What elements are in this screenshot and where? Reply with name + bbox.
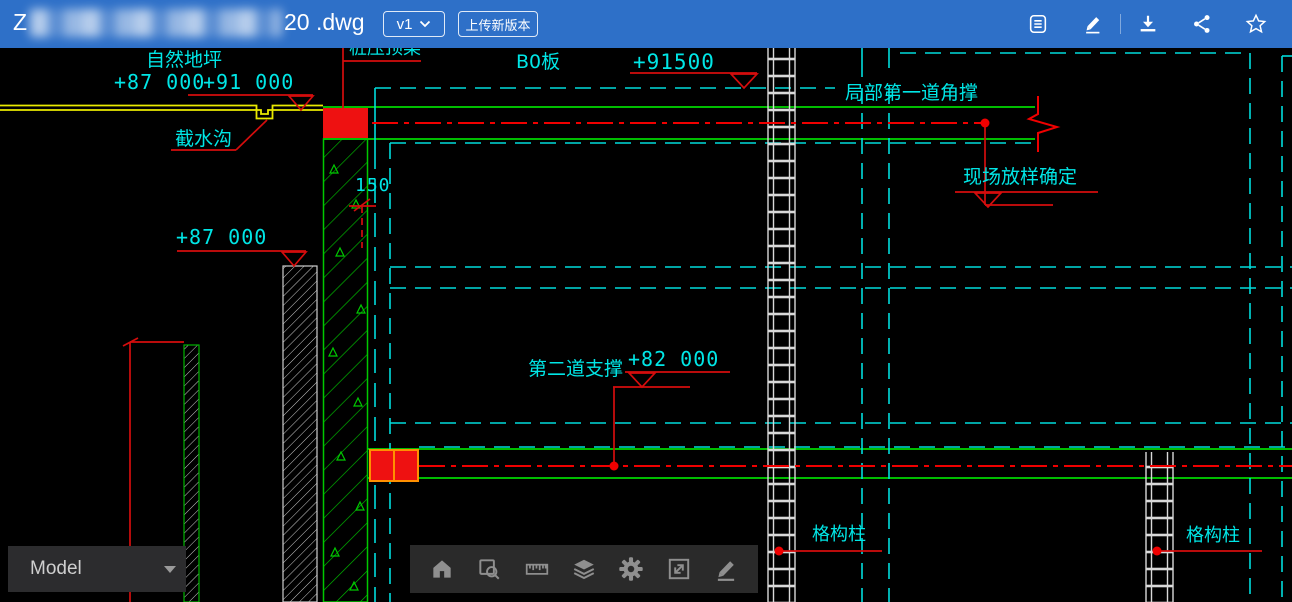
version-value: v1	[397, 16, 413, 33]
filename-suffix: 20 .dwg	[284, 9, 365, 36]
strut-section-fill	[370, 450, 418, 481]
label-dim-150: 150	[355, 177, 391, 196]
settings-gear-icon[interactable]	[618, 556, 644, 582]
version-dropdown[interactable]: v1	[383, 11, 445, 37]
lattice-column-2-graphic	[1146, 452, 1173, 602]
filename-prefix: Z	[13, 9, 27, 36]
label-level-82000: +82 000	[628, 349, 719, 370]
share-icon[interactable]	[1191, 13, 1213, 35]
download-icon[interactable]	[1137, 13, 1159, 35]
zoom-window-icon[interactable]	[476, 556, 502, 582]
favorite-star-icon[interactable]	[1245, 13, 1267, 35]
label-level-91500: +91500	[633, 51, 715, 73]
document-info-icon[interactable]	[1027, 13, 1049, 35]
chevron-down-icon	[164, 566, 176, 573]
ground-line	[0, 106, 323, 119]
upload-new-version-button[interactable]: 上传新版本	[458, 11, 538, 37]
label-site-setout: 现场放样确定	[963, 168, 1077, 188]
dwg-viewer-app: 桩压顶梁 自然地坪 +87 000 +91 000 截水沟 B0板 +91500…	[0, 0, 1292, 602]
red-node-dots	[610, 119, 1162, 556]
annotate-pen-icon[interactable]	[713, 556, 739, 582]
label-first-corner-brace: 局部第一道角撑	[845, 84, 978, 104]
header-divider	[1120, 14, 1121, 34]
diaphragm-wall-hatch	[324, 139, 368, 602]
drawing-canvas[interactable]: 桩压顶梁 自然地坪 +87 000 +91 000 截水沟 B0板 +91500…	[0, 48, 1292, 602]
app-header: Z 20 .dwg v1 上传新版本	[0, 0, 1292, 48]
redacted-filename-blur	[30, 9, 282, 37]
upload-button-label: 上传新版本	[465, 15, 530, 34]
label-intercepting-ditch: 截水沟	[175, 130, 232, 150]
home-icon[interactable]	[429, 556, 455, 582]
pile-hatch-wide	[283, 266, 317, 602]
sheet-selector-dropdown[interactable]: Model	[8, 546, 186, 592]
viewer-toolbar	[410, 545, 758, 593]
lattice-column-1-graphic	[768, 48, 795, 602]
label-b0-slab: B0板	[516, 53, 560, 73]
layers-icon[interactable]	[571, 556, 597, 582]
label-level-87000-top: +87 000	[114, 72, 205, 93]
fullscreen-icon[interactable]	[666, 556, 692, 582]
label-second-support: 第二道支撑	[528, 360, 623, 380]
label-natural-ground: 自然地坪	[146, 51, 222, 71]
label-lattice-column-1: 格构柱	[812, 526, 866, 545]
measure-ruler-icon[interactable]	[524, 556, 550, 582]
label-level-87000-left: +87 000	[176, 227, 267, 248]
chevron-down-icon	[419, 20, 431, 28]
annotate-pen-icon[interactable]	[1082, 13, 1104, 35]
label-lattice-column-2: 格构柱	[1186, 527, 1240, 546]
pile-hatch-narrow	[184, 345, 199, 602]
label-level-91000: +91 000	[203, 72, 294, 93]
crown-beam-section-fill	[323, 108, 368, 138]
sheet-selector-value: Model	[30, 558, 82, 580]
